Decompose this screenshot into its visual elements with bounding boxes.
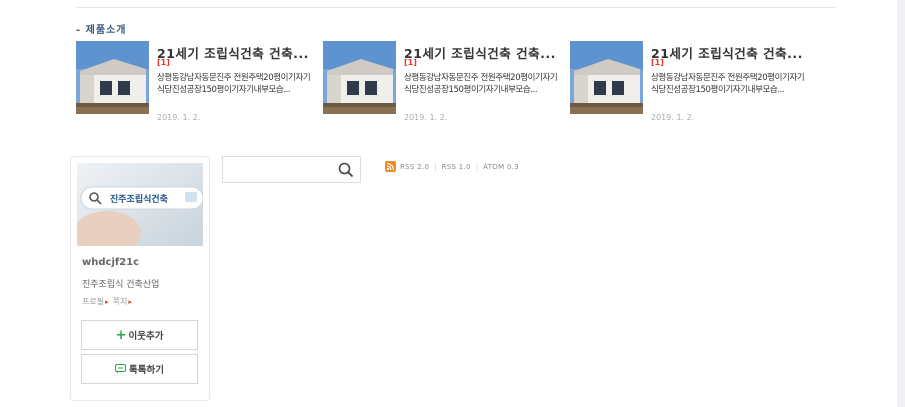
username[interactable]: whdcjf21c	[82, 257, 139, 268]
product-title[interactable]: 21세기 조립식건축 건축...	[157, 43, 315, 62]
product-description[interactable]: 상평동강남자동문진주 전원주택20평이기자기식당진성공장150평이기자기내부모습…	[651, 72, 807, 96]
product-title[interactable]: 21세기 조립식건축 건축...	[651, 43, 809, 62]
product-item[interactable]: 21세기 조립식건축 건축... [1] 상평동강남자동문진주 전원주택20평이…	[570, 40, 810, 130]
talk-button[interactable]: 톡톡하기	[81, 354, 198, 384]
profile-links: 프로필▸ 쪽지▸	[82, 296, 136, 307]
add-neighbor-button[interactable]: + 이웃추가	[81, 320, 198, 350]
chat-icon	[115, 364, 127, 374]
product-thumbnail[interactable]	[323, 41, 396, 114]
section-title: - 제품소개	[76, 25, 127, 36]
top-divider	[76, 7, 836, 8]
product-description[interactable]: 상평동강남자동문진주 전원주택20평이기자기식당진성공장150평이기자기내부모습…	[404, 72, 560, 96]
search-input[interactable]	[223, 157, 340, 180]
comment-count[interactable]: [1]	[651, 58, 664, 67]
avatar[interactable]: 진주조립식건축	[77, 163, 203, 246]
product-thumbnail[interactable]	[76, 41, 149, 114]
avatar-text: 진주조립식건축	[110, 193, 168, 205]
product-item[interactable]: 21세기 조립식건축 건축... [1] 상평동강남자동문진주 전원주택20평이…	[323, 40, 563, 130]
rss1-link[interactable]: RSS 1.0	[442, 163, 471, 171]
blog-description: 진주조립식 건축산업	[82, 280, 160, 290]
product-description[interactable]: 상평동강남자동문진주 전원주택20평이기자기식당진성공장150평이기자기내부모습…	[157, 72, 313, 96]
product-item[interactable]: 21세기 조립식건축 건축... [1] 상평동강남자동문진주 전원주택20평이…	[76, 40, 316, 130]
rss-icon	[385, 161, 396, 172]
comment-count[interactable]: [1]	[157, 58, 170, 67]
separator: |	[475, 162, 479, 171]
scrollbar-track[interactable]	[897, 0, 905, 407]
profile-card: 진주조립식건축 whdcjf21c 진주조립식 건축산업 프로필▸ 쪽지▸ + 이…	[70, 156, 210, 401]
comment-count[interactable]: [1]	[404, 58, 417, 67]
product-date: 2019. 1. 2.	[651, 113, 695, 122]
profile-link[interactable]: 프로필	[82, 297, 104, 306]
product-thumbnail[interactable]	[570, 41, 643, 114]
add-neighbor-label: 이웃추가	[128, 331, 164, 342]
plus-icon: +	[115, 327, 127, 343]
product-date: 2019. 1. 2.	[157, 113, 201, 122]
arrow-right-icon: ▸	[128, 298, 132, 306]
feed-links: RSS 2.0 | RSS 1.0 | ATOM 0.3	[385, 161, 519, 172]
product-title[interactable]: 21세기 조립식건축 건축...	[404, 43, 562, 62]
search-box	[222, 156, 361, 183]
search-button[interactable]	[338, 162, 354, 178]
separator: |	[434, 162, 437, 171]
search-icon	[338, 162, 354, 178]
rss2-link[interactable]: RSS 2.0	[400, 163, 429, 171]
product-date: 2019. 1. 2.	[404, 113, 448, 122]
talk-label: 톡톡하기	[129, 365, 164, 376]
product-list: 21세기 조립식건축 건축... [1] 상평동강남자동문진주 전원주택20평이…	[76, 40, 836, 130]
message-link[interactable]: 쪽지	[113, 297, 128, 306]
arrow-right-icon: ▸	[105, 298, 109, 306]
atom-link[interactable]: ATOM 0.3	[483, 163, 519, 171]
